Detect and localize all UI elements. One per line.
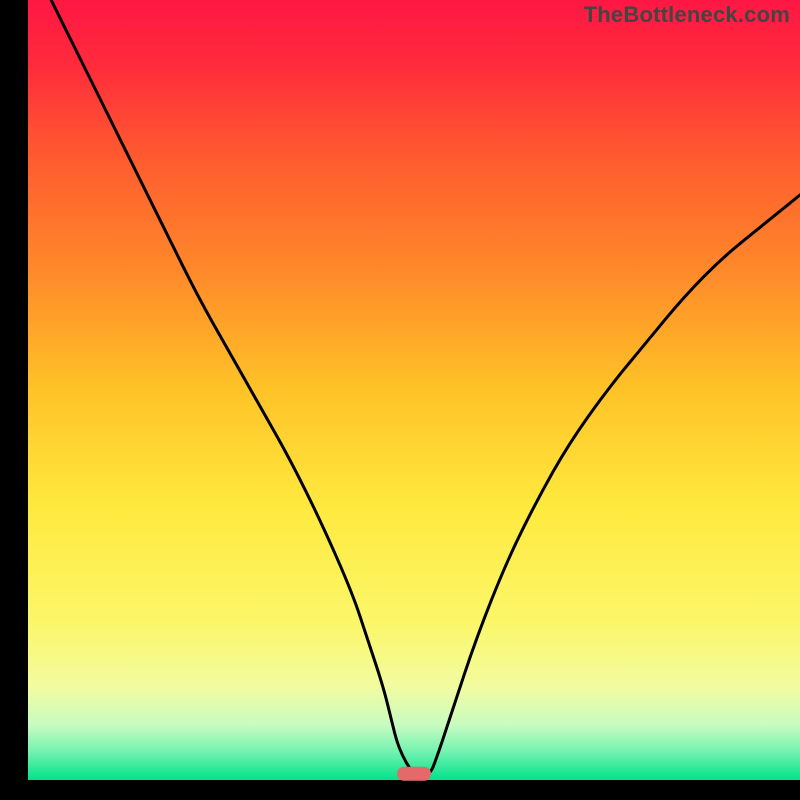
plot-background <box>28 0 800 780</box>
chart-canvas <box>0 0 800 800</box>
watermark-label: TheBottleneck.com <box>584 2 790 28</box>
optimal-marker <box>397 767 431 781</box>
bottleneck-chart: TheBottleneck.com <box>0 0 800 800</box>
